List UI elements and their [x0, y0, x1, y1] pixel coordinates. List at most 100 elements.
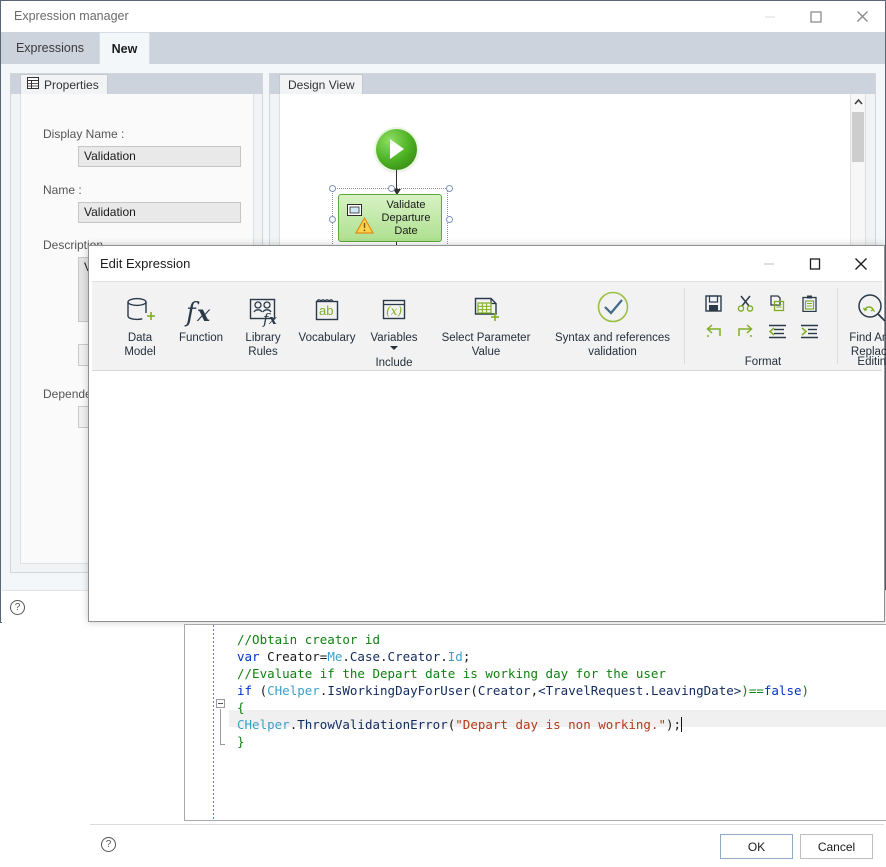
chevron-down-icon[interactable]	[390, 346, 398, 350]
ribbon-separator	[684, 288, 685, 364]
resize-handle[interactable]	[446, 216, 453, 223]
code-token: ThrowValidationError	[297, 717, 448, 732]
code-token: //Obtain creator id	[237, 632, 380, 647]
fold-toggle[interactable]	[216, 699, 225, 708]
resize-handle[interactable]	[388, 185, 395, 192]
display-name-input[interactable]: Validation	[78, 146, 241, 167]
svg-text:(x): (x)	[386, 304, 402, 318]
tab-expressions[interactable]: Expressions	[1, 32, 99, 64]
tab-properties[interactable]: Properties	[20, 74, 108, 94]
maximize-icon[interactable]	[792, 246, 838, 281]
cut-scissors-icon[interactable]	[732, 291, 758, 315]
minimize-icon[interactable]	[746, 246, 792, 281]
dialog-title: Edit Expression	[100, 256, 191, 271]
ribbon-button-data-model-label: Data Model	[124, 332, 156, 358]
ribbon-button-function[interactable]: f x Function	[171, 286, 231, 345]
code-token: ;	[462, 649, 471, 664]
name-label: Name :	[43, 183, 82, 197]
variables-x-icon: (x)	[377, 286, 411, 328]
save-icon[interactable]	[700, 291, 726, 315]
ribbon-button-library-rules[interactable]: f x Library Rules	[235, 286, 291, 359]
ribbon-button-variables[interactable]: (x) Variables	[363, 286, 425, 350]
editor-fold-column[interactable]	[215, 625, 229, 820]
editor-code-line[interactable]: }	[237, 733, 245, 750]
resize-handle[interactable]	[446, 185, 453, 192]
code-token: Me	[327, 649, 343, 664]
redo-icon[interactable]	[732, 319, 758, 343]
code-token: Creator=	[259, 649, 328, 664]
indent-icon[interactable]	[796, 319, 822, 343]
code-token: )==	[741, 683, 764, 698]
ribbon-button-find-and-replace[interactable]: Find And Replace	[840, 286, 886, 359]
copy-icon[interactable]	[764, 291, 790, 315]
ribbon-button-select-parameter-value[interactable]: Select Parameter Value	[431, 286, 541, 359]
editor-code-line[interactable]: //Evaluate if the Depart date is working…	[237, 665, 666, 682]
code-token: false	[763, 683, 802, 698]
scrollbar-thumb[interactable]	[852, 112, 864, 162]
dialog-title-bar: Edit Expression	[89, 246, 884, 281]
expression-code-editor[interactable]: 1234567 //Obtain creator idvar Creator=M…	[184, 624, 886, 821]
code-token: "Depart day is non working."	[455, 717, 666, 732]
check-circle-icon	[593, 286, 633, 328]
outdent-icon[interactable]	[764, 319, 790, 343]
find-replace-icon	[853, 286, 886, 328]
editor-code-line[interactable]: if (CHelper.IsWorkingDayForUser(Creator,…	[237, 682, 809, 699]
ribbon-button-data-model[interactable]: Data Model	[111, 286, 169, 359]
minimize-icon[interactable]	[747, 1, 793, 32]
ribbon-button-function-label: Function	[178, 332, 224, 344]
paste-icon[interactable]	[796, 291, 822, 315]
resize-handle[interactable]	[329, 185, 336, 192]
ok-button[interactable]: OK	[720, 834, 793, 859]
main-help-icon[interactable]: ?	[10, 600, 25, 615]
ribbon-button-library-rules-label: Library Rules	[245, 332, 281, 358]
svg-text:ab: ab	[319, 303, 333, 318]
display-name-label: Display Name :	[43, 127, 125, 141]
editor-code-line[interactable]: {	[237, 699, 245, 716]
code-token: <TravelRequest.LeavingDate>	[538, 683, 742, 698]
code-token: CHelper	[267, 683, 320, 698]
maximize-icon[interactable]	[793, 1, 839, 32]
library-rules-icon: f x	[246, 286, 280, 328]
code-token: Creator	[387, 649, 441, 664]
resize-handle[interactable]	[329, 216, 336, 223]
ribbon-button-vocabulary[interactable]: ab Vocabulary	[293, 286, 361, 345]
name-input[interactable]: Validation	[78, 202, 241, 223]
dialog-help-icon[interactable]: ?	[101, 837, 116, 852]
start-node[interactable]	[376, 129, 417, 170]
svg-text:x: x	[196, 301, 211, 327]
ribbon-group-validation: Syntax and references validation	[540, 282, 685, 370]
code-token: Creator	[477, 683, 531, 698]
code-token: Case	[349, 649, 381, 664]
warning-triangle-icon	[354, 216, 375, 237]
ribbon-button-vocabulary-label: Vocabulary	[298, 332, 356, 344]
code-token: Id	[447, 649, 463, 664]
code-token: (	[470, 683, 478, 698]
code-token: //Evaluate if the Depart date is working…	[237, 666, 666, 681]
vocabulary-ab-icon: ab	[310, 286, 344, 328]
tab-design-view[interactable]: Design View	[279, 74, 364, 94]
task-node-label: Validate Departure Date	[381, 199, 431, 237]
editor-code-line[interactable]: //Obtain creator id	[237, 631, 380, 648]
fold-line-foot	[220, 744, 225, 745]
chevron-up-icon[interactable]	[851, 94, 865, 110]
code-token: .	[440, 649, 448, 664]
close-icon[interactable]	[839, 1, 885, 32]
task-node-validate-departure-date[interactable]: Validate Departure Date	[338, 194, 442, 242]
close-icon[interactable]	[838, 246, 884, 281]
ribbon-button-syntax-validation[interactable]: Syntax and references validation	[545, 286, 680, 359]
fx-icon: f x	[184, 286, 218, 328]
ribbon-button-select-parameter-value-label: Select Parameter Value	[441, 332, 531, 358]
cancel-button[interactable]: Cancel	[800, 834, 873, 859]
code-token: }	[237, 734, 245, 749]
undo-icon[interactable]	[700, 319, 726, 343]
editor-code-line[interactable]: var Creator=Me.Case.Creator.Id;	[237, 648, 470, 665]
database-add-icon	[123, 286, 157, 328]
code-token: (	[252, 683, 268, 698]
editor-code-lines[interactable]: //Obtain creator id var Creator=Me.Case.C…	[229, 625, 886, 820]
edit-expression-dialog: Edit Expression Data Model f x Function …	[88, 245, 886, 867]
code-token: (	[447, 717, 456, 732]
editor-code-line[interactable]: CHelper.ThrowValidationError("Depart day…	[237, 716, 681, 733]
tabstrip-filler	[150, 32, 885, 64]
app-root: Expression manager Expressions New Prope…	[0, 0, 886, 867]
tab-new[interactable]: New	[99, 32, 150, 64]
